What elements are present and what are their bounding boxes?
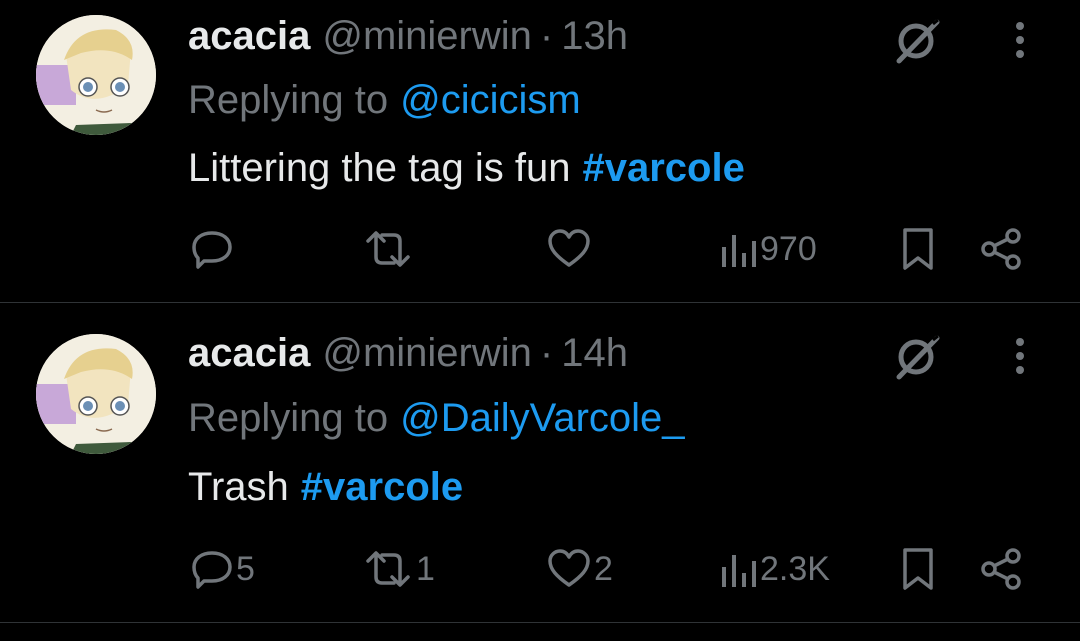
- timestamp[interactable]: 13h: [561, 14, 628, 59]
- avatar[interactable]: [36, 15, 156, 135]
- heart-icon: [548, 549, 590, 587]
- reply-button[interactable]: [190, 224, 236, 274]
- share-icon: [981, 548, 1021, 590]
- views-button[interactable]: 2.3K: [718, 544, 830, 594]
- views-bar-chart-icon: [722, 555, 756, 587]
- more-vertical-icon[interactable]: [1010, 336, 1030, 383]
- retweet-icon: [366, 231, 410, 267]
- separator-dot: ·: [539, 330, 554, 375]
- avatar[interactable]: [36, 334, 156, 454]
- bookmark-button[interactable]: [900, 224, 936, 274]
- bookmark-icon: [903, 228, 933, 270]
- views-count: 2.3K: [760, 549, 830, 588]
- share-button[interactable]: [978, 544, 1024, 594]
- grok-icon[interactable]: [893, 16, 943, 71]
- like-button[interactable]: [546, 224, 594, 274]
- reply-button[interactable]: 5: [190, 544, 255, 594]
- separator-dot: ·: [539, 13, 554, 58]
- reply-icon: [192, 231, 232, 269]
- retweet-button[interactable]: [362, 224, 416, 274]
- heart-icon: [548, 229, 590, 267]
- bookmark-button[interactable]: [900, 544, 936, 594]
- reply-icon: [192, 551, 232, 589]
- replying-to: Replying to @DailyVarcole_: [188, 394, 685, 442]
- share-button[interactable]: [978, 224, 1024, 274]
- grok-icon[interactable]: [893, 332, 943, 387]
- views-count: 970: [760, 229, 817, 268]
- tweet-header: acacia @minierwin · 14h: [188, 329, 628, 377]
- share-icon: [981, 228, 1021, 270]
- user-handle[interactable]: @minierwin: [322, 14, 532, 59]
- mention-link[interactable]: @DailyVarcole_: [400, 396, 684, 441]
- replying-to-prefix: Replying to: [188, 77, 389, 122]
- user-handle[interactable]: @minierwin: [322, 331, 532, 376]
- hashtag-link[interactable]: #varcole: [582, 146, 744, 191]
- replying-to: Replying to @cicicism: [188, 76, 581, 124]
- tweet-text-content: Littering the tag is fun: [188, 145, 571, 190]
- mention-link[interactable]: @cicicism: [400, 78, 581, 123]
- retweet-icon: [366, 551, 410, 587]
- reply-count: 5: [236, 549, 255, 588]
- display-name[interactable]: acacia: [188, 14, 310, 59]
- views-button[interactable]: 970: [718, 224, 817, 274]
- retweet-button[interactable]: 1: [362, 544, 435, 594]
- tweet[interactable]: acacia @minierwin · 13h Replying to @cic…: [0, 0, 1080, 302]
- like-count: 2: [594, 549, 613, 588]
- display-name[interactable]: acacia: [188, 331, 310, 376]
- bookmark-icon: [903, 548, 933, 590]
- hashtag-link[interactable]: #varcole: [301, 465, 463, 510]
- more-vertical-icon[interactable]: [1010, 20, 1030, 67]
- timestamp[interactable]: 14h: [561, 331, 628, 376]
- replying-to-prefix: Replying to: [188, 395, 389, 440]
- like-button[interactable]: 2: [546, 544, 613, 594]
- retweet-count: 1: [416, 549, 435, 588]
- divider: [0, 302, 1080, 303]
- tweet-text-content: Trash: [188, 464, 289, 509]
- tweet[interactable]: acacia @minierwin · 14h Replying to @Dai…: [0, 304, 1080, 606]
- tweet-header: acacia @minierwin · 13h: [188, 12, 628, 60]
- views-bar-chart-icon: [722, 235, 756, 267]
- tweet-text: Littering the tag is fun #varcole: [188, 143, 745, 193]
- divider: [0, 622, 1080, 623]
- tweet-text: Trash #varcole: [188, 462, 463, 512]
